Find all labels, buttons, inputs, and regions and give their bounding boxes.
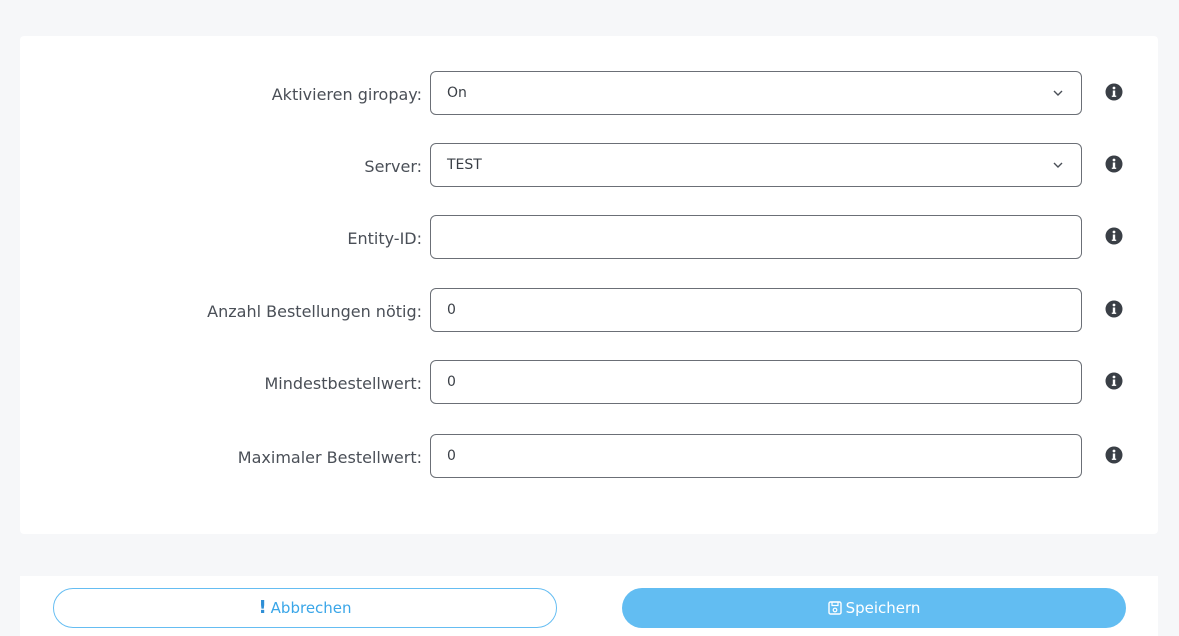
- row-entity-id: Entity-ID:: [20, 215, 1158, 263]
- info-circle-icon[interactable]: [1105, 372, 1123, 390]
- row-max-order-value: Maximaler Bestellwert: 0: [20, 434, 1158, 482]
- info-circle-icon[interactable]: [1105, 300, 1123, 318]
- row-activate-giropay: Aktivieren giropay: On: [20, 71, 1158, 119]
- required-orders-value: 0: [447, 302, 456, 318]
- row-min-order-value: Mindestbestellwert: 0: [20, 360, 1158, 408]
- activate-giropay-label: Aktivieren giropay:: [271, 85, 422, 104]
- entity-id-label: Entity-ID:: [347, 229, 422, 248]
- row-required-orders: Anzahl Bestellungen nötig: 0: [20, 288, 1158, 336]
- entity-id-input[interactable]: [430, 215, 1082, 259]
- info-circle-icon[interactable]: [1105, 227, 1123, 245]
- required-orders-label: Anzahl Bestellungen nötig:: [207, 302, 422, 321]
- activate-giropay-value: On: [447, 85, 467, 101]
- server-select[interactable]: TEST: [430, 143, 1082, 187]
- server-value: TEST: [447, 157, 482, 173]
- info-circle-icon[interactable]: [1105, 446, 1123, 464]
- min-order-value-value: 0: [447, 374, 456, 390]
- action-bar: ! Abbrechen Speichern: [20, 576, 1158, 636]
- min-order-value-input[interactable]: 0: [430, 360, 1082, 404]
- min-order-value-label: Mindestbestellwert:: [264, 374, 422, 393]
- settings-card: Aktivieren giropay: On Server: TEST Enti…: [20, 36, 1158, 534]
- save-button-label: Speichern: [845, 599, 921, 617]
- row-server: Server: TEST: [20, 143, 1158, 191]
- info-circle-icon[interactable]: [1105, 83, 1123, 101]
- cancel-button-label: Abbrechen: [270, 599, 352, 617]
- server-label: Server:: [364, 157, 422, 176]
- floppy-disk-icon: [827, 601, 842, 615]
- max-order-value-label: Maximaler Bestellwert:: [237, 448, 422, 467]
- chevron-down-icon: [1053, 162, 1063, 168]
- info-circle-icon[interactable]: [1105, 155, 1123, 173]
- activate-giropay-select[interactable]: On: [430, 71, 1082, 115]
- max-order-value-value: 0: [447, 448, 456, 464]
- exclamation-icon: !: [258, 597, 267, 618]
- required-orders-input[interactable]: 0: [430, 288, 1082, 332]
- save-button[interactable]: Speichern: [622, 588, 1126, 628]
- payment-settings-page: { "form": { "fields": [ { "label": "Akti…: [0, 0, 1179, 636]
- cancel-button[interactable]: ! Abbrechen: [53, 588, 557, 628]
- max-order-value-input[interactable]: 0: [430, 434, 1082, 478]
- chevron-down-icon: [1053, 90, 1063, 96]
